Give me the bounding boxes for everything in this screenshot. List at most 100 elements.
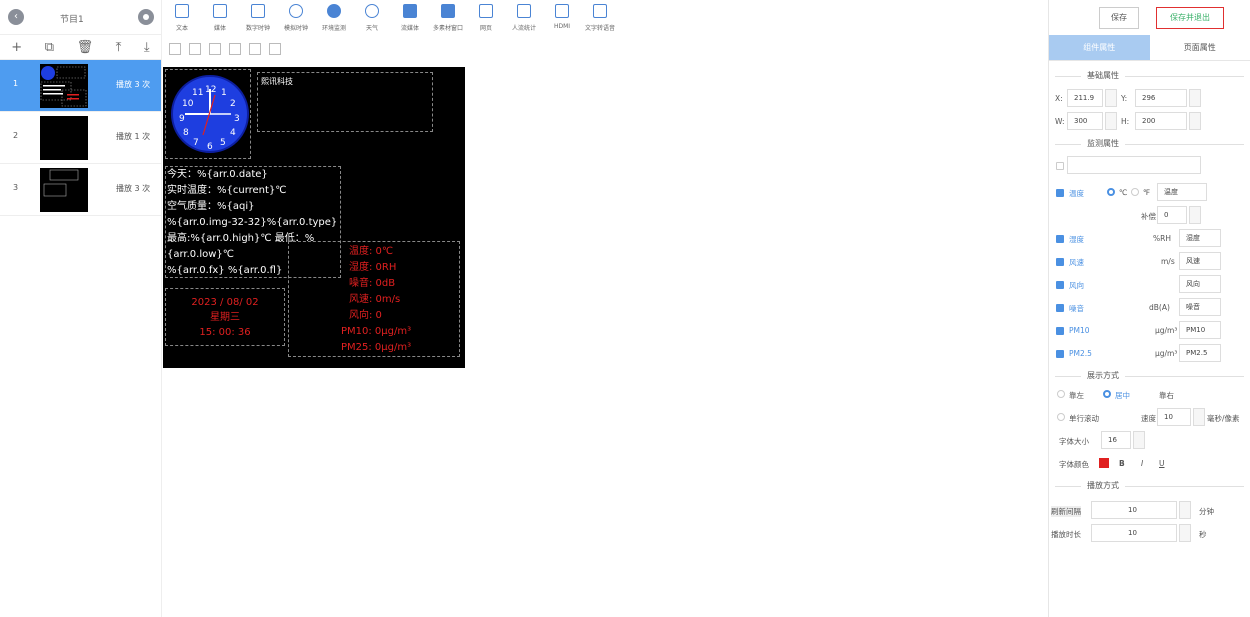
title-checkbox[interactable] xyxy=(1056,162,1064,170)
font-size-stepper[interactable] xyxy=(1133,431,1145,449)
back-icon[interactable]: ‹ xyxy=(8,9,24,25)
temp-checkbox[interactable] xyxy=(1056,189,1064,197)
program-thumbnail xyxy=(40,64,88,108)
pm10-checkbox[interactable] xyxy=(1056,327,1064,335)
add-icon[interactable]: + xyxy=(11,40,22,55)
w-stepper[interactable] xyxy=(1105,112,1117,130)
fahrenheit-radio[interactable] xyxy=(1131,188,1139,196)
speed-stepper[interactable] xyxy=(1193,408,1205,426)
celsius-radio[interactable] xyxy=(1107,188,1115,196)
bring-front-icon[interactable] xyxy=(249,43,261,55)
tool-label: 流媒体 xyxy=(400,25,419,32)
program-item[interactable]: 3 播放 3 次 xyxy=(0,164,161,216)
save-button[interactable]: 保存 xyxy=(1099,7,1139,29)
pm25-input[interactable]: PM2.5 xyxy=(1179,344,1221,362)
weather-line: 今天：%{arr.0.date} xyxy=(167,169,268,180)
refresh-label: 刷新间隔 xyxy=(1051,506,1081,517)
trash-icon[interactable] xyxy=(189,43,201,55)
font-size-label: 字体大小 xyxy=(1059,437,1089,446)
tool-label: 文本 xyxy=(175,25,188,32)
pm25-checkbox[interactable] xyxy=(1056,350,1064,358)
h-input[interactable]: 200 xyxy=(1135,112,1187,130)
h-stepper[interactable] xyxy=(1189,112,1201,130)
align-right-label: 靠右 xyxy=(1159,391,1174,400)
tool-stats[interactable]: 人流统计 xyxy=(505,0,543,36)
x-input[interactable]: 211.9 xyxy=(1067,89,1103,107)
program-item[interactable]: 1 播放 3 次 xyxy=(0,60,161,112)
pm10-unit: μg/m³ xyxy=(1155,326,1178,335)
program-thumbnail xyxy=(40,168,88,212)
noise-checkbox[interactable] xyxy=(1056,304,1064,312)
bold-toggle[interactable]: B xyxy=(1119,459,1125,468)
text-widget[interactable]: 熙讯科技 xyxy=(257,72,433,132)
tool-analog-clock[interactable]: 模拟时钟 xyxy=(277,0,315,36)
y-stepper[interactable] xyxy=(1189,89,1201,107)
env-line: 温度: 0℃ xyxy=(349,246,394,257)
digital-clock-widget[interactable]: 2023 / 08/ 02 星期三 15: 00: 36 xyxy=(165,288,285,346)
tool-label: 媒体 xyxy=(213,25,226,32)
tool-label: 文字转语音 xyxy=(584,25,615,32)
send-down-icon[interactable] xyxy=(229,43,241,55)
align-left-label: 靠左 xyxy=(1069,391,1084,400)
temp-input[interactable]: 温度 xyxy=(1157,183,1207,201)
clear-icon[interactable] xyxy=(169,43,181,55)
noise-input[interactable]: 噪音 xyxy=(1179,298,1221,316)
tab-page[interactable]: 页面属性 xyxy=(1150,35,1250,60)
tool-label: HDMI xyxy=(553,23,571,30)
refresh-stepper[interactable] xyxy=(1179,501,1191,519)
clock-number: 3 xyxy=(234,114,240,124)
pm25-unit: μg/m³ xyxy=(1155,349,1178,358)
tool-hdmi[interactable]: HDMI xyxy=(543,0,581,36)
bring-up-icon[interactable] xyxy=(209,43,221,55)
tool-digital-clock[interactable]: 数字时钟 xyxy=(239,0,277,36)
tool-webpage[interactable]: 网页 xyxy=(467,0,505,36)
font-size-input[interactable]: 16 xyxy=(1101,431,1131,449)
wind-speed-input[interactable]: 风速 xyxy=(1179,252,1221,270)
pm10-input[interactable]: PM10 xyxy=(1179,321,1221,339)
duration-input[interactable]: 10 xyxy=(1091,524,1177,542)
font-color-swatch[interactable] xyxy=(1099,458,1109,468)
tool-weather[interactable]: 天气 xyxy=(353,0,391,36)
refresh-input[interactable]: 10 xyxy=(1091,501,1177,519)
tool-text[interactable]: 文本 xyxy=(163,0,201,36)
underline-toggle[interactable]: U xyxy=(1159,459,1165,468)
compensation-input[interactable]: 0 xyxy=(1157,206,1187,224)
delete-icon[interactable]: 🗑 xyxy=(77,40,94,55)
x-stepper[interactable] xyxy=(1105,89,1117,107)
w-input[interactable]: 300 xyxy=(1067,112,1103,130)
wind-speed-checkbox[interactable] xyxy=(1056,258,1064,266)
speed-input[interactable]: 10 xyxy=(1157,408,1191,426)
duration-stepper[interactable] xyxy=(1179,524,1191,542)
settings-icon[interactable] xyxy=(138,9,154,25)
env-monitor-widget[interactable]: 温度: 0℃ 湿度: 0RH 噪音: 0dB 风速: 0m/s 风向: 0 PM… xyxy=(288,241,460,357)
analog-clock-widget[interactable]: 12 1 2 3 4 5 6 7 8 9 10 11 xyxy=(165,69,251,159)
weather-line: 空气质量：%{aqi} xyxy=(167,201,255,212)
clock-face: 12 1 2 3 4 5 6 7 8 9 10 11 xyxy=(171,75,249,153)
humid-input[interactable]: 湿度 xyxy=(1179,229,1221,247)
tool-tts[interactable]: 文字转语音 xyxy=(581,0,619,36)
compensation-stepper[interactable] xyxy=(1189,206,1201,224)
y-input[interactable]: 296 xyxy=(1135,89,1187,107)
copy-icon[interactable]: ⧉ xyxy=(45,40,54,55)
align-left-radio[interactable] xyxy=(1057,390,1065,398)
single-scroll-radio[interactable] xyxy=(1057,413,1065,421)
program-item-number: 1 xyxy=(13,79,19,88)
tool-media[interactable]: 媒体 xyxy=(201,0,239,36)
wind-direction-checkbox[interactable] xyxy=(1056,281,1064,289)
multi-window-icon xyxy=(441,4,455,18)
align-center-radio[interactable] xyxy=(1103,390,1111,398)
send-back-icon[interactable] xyxy=(269,43,281,55)
tab-component[interactable]: 组件属性 xyxy=(1049,35,1150,60)
title-input[interactable] xyxy=(1067,156,1201,174)
preview-canvas[interactable]: 12 1 2 3 4 5 6 7 8 9 10 11 熙讯科技 今天：%{arr… xyxy=(163,67,465,368)
tool-multi-window[interactable]: 多素材窗口 xyxy=(429,0,467,36)
move-down-icon[interactable]: ⤓ xyxy=(144,40,150,55)
move-up-icon[interactable]: ⤒ xyxy=(116,40,122,55)
tool-env-monitor[interactable]: 环境监测 xyxy=(315,0,353,36)
humid-checkbox[interactable] xyxy=(1056,235,1064,243)
tool-streaming[interactable]: 流媒体 xyxy=(391,0,429,36)
program-item[interactable]: 2 播放 1 次 xyxy=(0,112,161,164)
save-exit-button[interactable]: 保存并退出 xyxy=(1156,7,1224,29)
wind-direction-input[interactable]: 风向 xyxy=(1179,275,1221,293)
italic-toggle[interactable]: I xyxy=(1141,459,1143,468)
